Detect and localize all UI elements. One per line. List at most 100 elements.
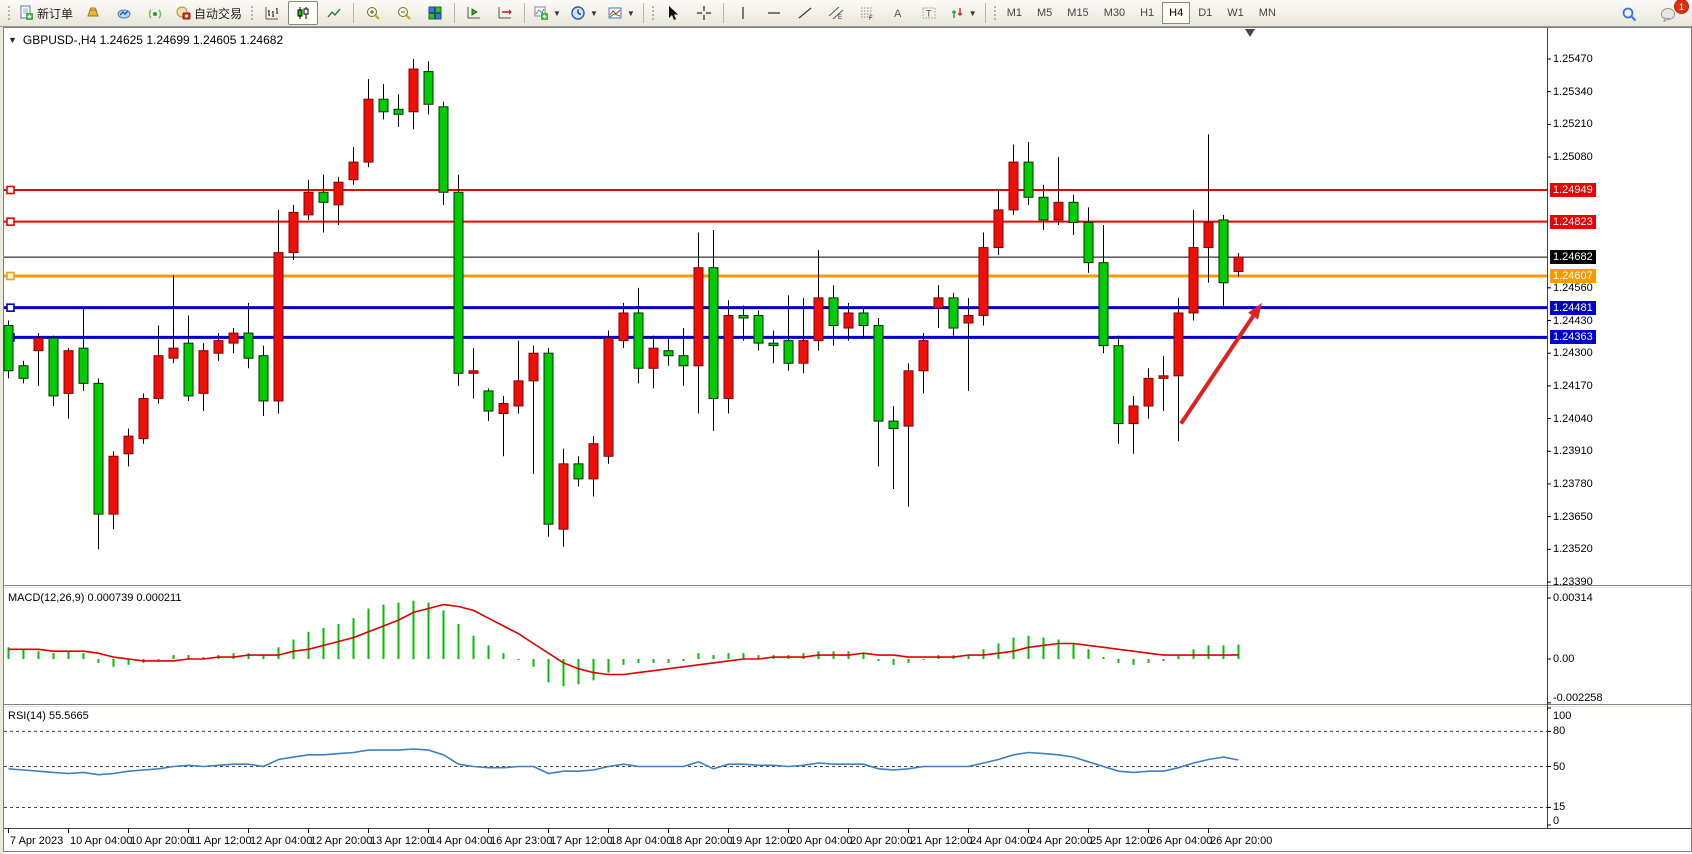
- toolbar-separator: [524, 3, 525, 23]
- auto-trading-button[interactable]: 自动交易: [171, 1, 246, 25]
- bear-candle: [664, 351, 673, 356]
- symbol-dropdown-icon[interactable]: ▼: [8, 35, 17, 45]
- zoom-in-button[interactable]: [358, 1, 388, 25]
- cursor-tool-button[interactable]: [658, 1, 688, 25]
- bear-candle: [19, 366, 28, 379]
- macd-histogram-bar: [293, 640, 295, 659]
- bull-candle: [34, 338, 43, 351]
- macd-histogram-bar: [668, 659, 670, 663]
- toolbar-grip[interactable]: [249, 4, 254, 22]
- toolbar-grip[interactable]: [992, 4, 997, 22]
- timeframe-m1-button[interactable]: M1: [1000, 2, 1029, 24]
- macd-histogram-bar: [653, 659, 655, 663]
- search-button[interactable]: [1614, 2, 1644, 26]
- macd-histogram-bar: [1223, 645, 1225, 659]
- macd-histogram-bar: [1163, 659, 1165, 661]
- bar-chart-mode-button[interactable]: [257, 1, 287, 25]
- macd-histogram-bar: [398, 603, 400, 659]
- timeframe-d1-button[interactable]: D1: [1191, 2, 1219, 24]
- auto-scroll-icon: [466, 5, 482, 21]
- macd-histogram-bar: [113, 659, 115, 667]
- fibonacci-tool-button[interactable]: F: [852, 1, 882, 25]
- text-label-tool-button[interactable]: T: [914, 1, 944, 25]
- macd-histogram-bar: [248, 653, 250, 659]
- timeframe-w1-button[interactable]: W1: [1220, 2, 1251, 24]
- templates-button[interactable]: ▼: [603, 1, 639, 25]
- macd-histogram-bar: [323, 628, 325, 659]
- bull-candle: [1234, 257, 1243, 271]
- bear-candle: [319, 192, 328, 202]
- bull-candle: [1009, 162, 1018, 210]
- periods-button[interactable]: ▼: [566, 1, 602, 25]
- cursor-icon: [665, 5, 681, 21]
- toolbar-separator: [353, 3, 354, 23]
- macd-histogram-bar: [1118, 659, 1120, 663]
- line-chart-mode-button[interactable]: [319, 1, 349, 25]
- timeframe-m30-button[interactable]: M30: [1097, 2, 1132, 24]
- bear-candle: [79, 348, 88, 383]
- tile-windows-button[interactable]: [420, 1, 450, 25]
- zoom-out-icon: [396, 5, 412, 21]
- auto-scroll-button[interactable]: [459, 1, 489, 25]
- text-tool-button[interactable]: A: [883, 1, 913, 25]
- crosshair-tool-button[interactable]: [689, 1, 719, 25]
- macd-histogram-bar: [923, 659, 925, 660]
- macd-histogram-bar: [38, 651, 40, 659]
- timeframe-mn-button[interactable]: MN: [1252, 2, 1283, 24]
- horizontal-line-tool-button[interactable]: [759, 1, 789, 25]
- toolbar-grip[interactable]: [6, 4, 11, 22]
- equidistant-channel-icon: E: [828, 5, 844, 21]
- notification-badge: 1: [1674, 0, 1689, 14]
- bull-candle: [1174, 313, 1183, 376]
- candlestick-mode-button[interactable]: [288, 1, 318, 25]
- bear-candle: [874, 326, 883, 422]
- trendline-tool-button[interactable]: [790, 1, 820, 25]
- macd-histogram-bar: [1208, 645, 1210, 659]
- chart-shift-marker[interactable]: [1245, 29, 1255, 37]
- timeframe-h1-button[interactable]: H1: [1133, 2, 1161, 24]
- toolbar-grip[interactable]: [650, 4, 655, 22]
- timeframe-m15-button[interactable]: M15: [1060, 2, 1095, 24]
- new-order-button[interactable]: 新订单: [14, 1, 77, 25]
- arrows-icon: [949, 5, 965, 21]
- text-icon: A: [890, 5, 906, 21]
- main-toolbar: 新订单 自动交易: [0, 0, 1692, 27]
- chart-canvas[interactable]: [0, 0, 1692, 854]
- signals-button[interactable]: [140, 1, 170, 25]
- indicators-button[interactable]: ▼: [529, 1, 565, 25]
- channel-tool-button[interactable]: E: [821, 1, 851, 25]
- macd-histogram-bar: [458, 624, 460, 659]
- bull-candle: [649, 348, 658, 368]
- macd-histogram-bar: [473, 636, 475, 659]
- crosshair-icon: [696, 5, 712, 21]
- bear-candle: [1084, 222, 1093, 262]
- macd-histogram-bar: [488, 645, 490, 659]
- bull-candle: [334, 182, 343, 205]
- macd-histogram-bar: [1133, 659, 1135, 665]
- timeframe-h4-button[interactable]: H4: [1162, 2, 1190, 24]
- bull-candle: [1189, 248, 1198, 313]
- zoom-out-button[interactable]: [389, 1, 419, 25]
- macd-histogram-bar: [53, 653, 55, 659]
- timeframe-m5-button[interactable]: M5: [1030, 2, 1059, 24]
- bear-candle: [184, 343, 193, 396]
- vertical-line-tool-button[interactable]: [728, 1, 758, 25]
- bull-candle: [229, 333, 238, 343]
- macd-histogram-bar: [443, 610, 445, 659]
- bull-candle: [169, 348, 178, 358]
- bear-candle: [4, 326, 13, 371]
- macd-histogram-bar: [1058, 640, 1060, 659]
- bear-candle: [889, 421, 898, 429]
- mt4-application: 新订单 自动交易: [0, 0, 1692, 854]
- trend-arrow[interactable]: [1181, 311, 1256, 423]
- macd-histogram-bar: [1013, 638, 1015, 659]
- bull-candle: [919, 341, 928, 371]
- notifications-button[interactable]: 1: [1654, 2, 1684, 26]
- data-window-button[interactable]: [109, 1, 139, 25]
- arrows-tool-button[interactable]: ▼: [945, 1, 981, 25]
- market-watch-button[interactable]: [78, 1, 108, 25]
- chart-shift-icon: [497, 5, 513, 21]
- signal-icon: [147, 5, 163, 21]
- macd-histogram-bar: [158, 659, 160, 660]
- chart-shift-button[interactable]: [490, 1, 520, 25]
